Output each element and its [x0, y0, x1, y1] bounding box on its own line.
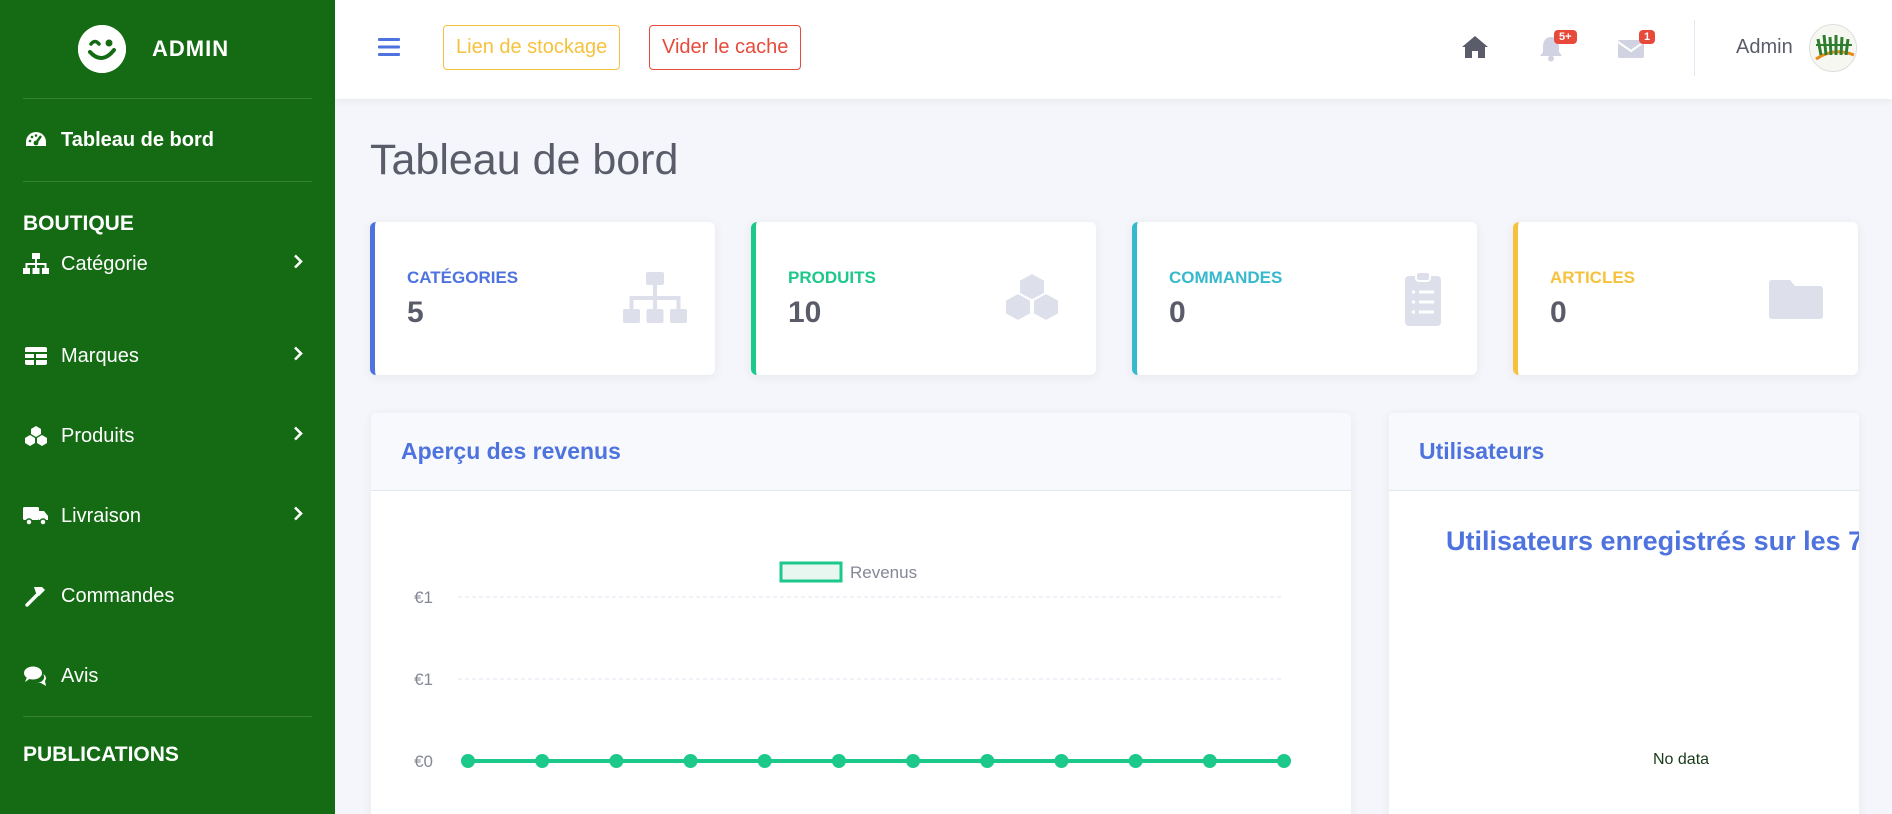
folder-icon	[1766, 272, 1830, 328]
tachometer-icon	[23, 129, 49, 151]
card-label: Produits	[788, 268, 876, 287]
data-point	[906, 754, 921, 768]
users-chart-title: Utilisateurs enregistrés sur les 7	[1446, 526, 1859, 556]
cubes-icon	[23, 425, 49, 447]
sidebar-item-label: Produits	[61, 424, 135, 447]
data-point	[980, 754, 995, 768]
revenue-chart: Revenus €1 €1 €0	[414, 561, 1291, 771]
card-label: Commandes	[1169, 268, 1283, 287]
stat-card-products[interactable]: Produits 10	[751, 222, 1096, 375]
card-value: 0	[1169, 296, 1186, 329]
topbar-divider	[1694, 20, 1695, 76]
card-value: 10	[788, 296, 822, 329]
data-point	[461, 754, 475, 768]
sidebar-item-dashboard[interactable]: Tableau de bord	[0, 99, 335, 181]
sitemap-icon	[23, 253, 49, 275]
sidebar-item-label: Avis	[61, 664, 99, 687]
home-icon[interactable]	[1460, 34, 1490, 62]
y-tick-label: €1	[414, 588, 433, 607]
storage-link-button[interactable]: Lien de stockage	[443, 25, 621, 70]
sidebar-item-label: Livraison	[61, 504, 142, 527]
messages-badge: 1	[1639, 30, 1656, 44]
envelope-icon[interactable]: 1	[1617, 30, 1656, 62]
sidebar-heading-publications: PUBLICATIONS	[23, 743, 179, 766]
no-data-label: No data	[1653, 751, 1710, 768]
sitemap-icon	[623, 272, 687, 328]
sidebar: ADMIN Tableau de bord BOUTIQUE Catégorie…	[0, 0, 335, 814]
sidebar-heading-shop: BOUTIQUE	[23, 212, 134, 235]
revenue-panel: Aperçu des revenus Revenus €1 €1 €0	[371, 413, 1351, 814]
card-label: Catégories	[407, 268, 519, 287]
card-value: 0	[1550, 296, 1567, 329]
legend-label: Revenus	[850, 563, 917, 582]
page-title: Tableau de bord	[370, 136, 679, 184]
y-tick-label: €1	[414, 670, 433, 689]
cubes-icon	[1004, 271, 1068, 328]
sidebar-item-delivery[interactable]: Livraison	[0, 476, 335, 556]
panel-title: Utilisateurs	[1389, 413, 1859, 491]
bell-icon[interactable]: 5+	[1538, 30, 1577, 62]
panel-title: Aperçu des revenus	[371, 413, 1351, 491]
data-point	[1202, 754, 1217, 768]
data-point	[683, 754, 698, 768]
data-point	[1054, 754, 1069, 768]
chevron-right-icon	[293, 345, 303, 368]
sidebar-item-reviews[interactable]: Avis	[0, 636, 335, 716]
menu-toggle-icon[interactable]	[377, 36, 401, 58]
sidebar-item-label: Commandes	[61, 584, 175, 607]
y-tick-label: €0	[414, 752, 433, 771]
data-point	[757, 754, 772, 768]
card-label: Articles	[1550, 268, 1635, 287]
chevron-right-icon	[293, 425, 303, 448]
clipboard-icon	[1385, 271, 1449, 328]
sidebar-item-label: Catégorie	[61, 252, 148, 275]
truck-icon	[23, 505, 49, 527]
sidebar-item-products[interactable]: Produits	[0, 396, 335, 476]
sidebar-item-orders[interactable]: Commandes	[0, 556, 335, 636]
wink-face-icon	[78, 25, 126, 73]
clear-cache-button[interactable]: Vider le cache	[649, 25, 802, 70]
sidebar-item-brands[interactable]: Marques	[0, 316, 335, 396]
card-value: 5	[407, 296, 424, 329]
legend-swatch	[779, 561, 843, 583]
data-point	[609, 754, 624, 768]
sidebar-item-label: Tableau de bord	[61, 128, 214, 151]
chevron-right-icon	[293, 505, 303, 528]
topbar: Lien de stockage Vider le cache 5+ 1 Adm…	[335, 0, 1892, 99]
comments-icon	[23, 665, 49, 687]
hammer-icon	[23, 585, 49, 607]
avatar[interactable]	[1809, 24, 1857, 72]
users-panel: Utilisateurs Utilisateurs enregistrés su…	[1389, 413, 1859, 814]
sidebar-item-category[interactable]: Catégorie	[0, 236, 335, 292]
data-point	[1277, 754, 1291, 768]
brand[interactable]: ADMIN	[23, 0, 312, 99]
stat-card-articles[interactable]: Articles 0	[1513, 222, 1858, 375]
chevron-right-icon	[293, 253, 303, 276]
stat-card-orders[interactable]: Commandes 0	[1132, 222, 1477, 375]
data-point	[831, 754, 846, 768]
sidebar-item-label: Marques	[61, 344, 139, 367]
user-name[interactable]: Admin	[1736, 36, 1793, 59]
table-icon	[23, 345, 49, 367]
stat-card-categories[interactable]: Catégories 5	[370, 222, 715, 375]
data-point	[1128, 754, 1143, 768]
alerts-badge: 5+	[1554, 30, 1577, 44]
brand-name: ADMIN	[152, 36, 230, 61]
data-point	[535, 754, 550, 768]
